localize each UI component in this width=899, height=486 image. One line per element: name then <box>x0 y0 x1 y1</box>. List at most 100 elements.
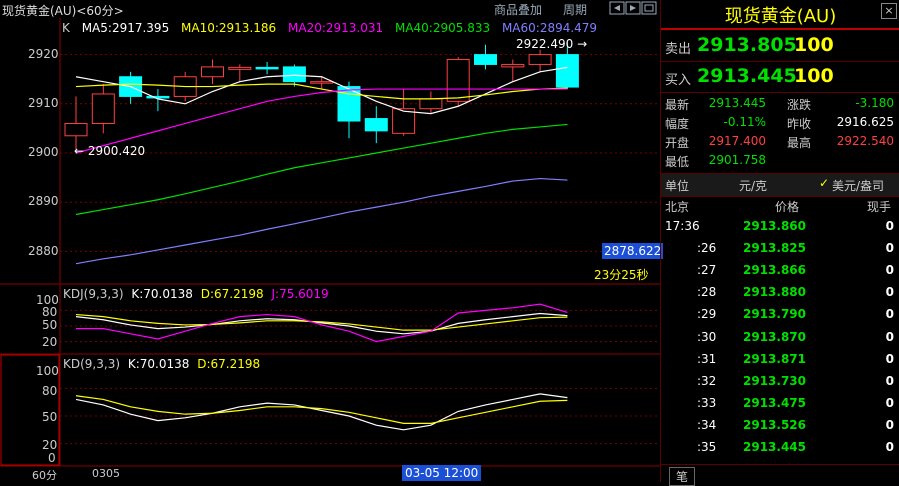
tick-time: :33 <box>697 395 717 410</box>
tick-row[interactable]: :29 2913.790 0 <box>661 304 899 326</box>
tick-vol: 0 <box>885 373 894 388</box>
x-cursor-label: 03-05 12:00 <box>402 465 482 481</box>
kdj-y-tick: 80 <box>42 305 58 319</box>
tick-row[interactable]: :27 2913.866 0 <box>661 260 899 282</box>
high-marker: 2922.490 → <box>516 37 588 51</box>
candle-body <box>91 93 115 124</box>
usd-checkbox[interactable]: ✓ <box>819 176 829 190</box>
kd-y-tick: 100 <box>36 364 59 378</box>
unit-value: 元/克 <box>739 179 768 193</box>
ma5-legend: MA5:2917.395 <box>81 21 170 35</box>
stat-label: 最低 <box>665 155 690 169</box>
tick-row[interactable]: :26 2913.825 0 <box>661 238 899 260</box>
tick-time: :27 <box>697 263 717 278</box>
candle-body <box>228 66 252 70</box>
candle-body <box>310 81 334 84</box>
candle-body <box>282 66 306 83</box>
tick-row[interactable]: 17:36 2913.860 0 <box>661 216 899 238</box>
tab-ticks[interactable]: 笔 <box>669 467 696 486</box>
tick-price: 2913.730 <box>743 373 807 388</box>
kd-legend: KD(9,3,3) K:70.0138 D:67.2198 <box>63 357 264 371</box>
candle-body <box>446 59 470 102</box>
kd-lines <box>75 393 568 431</box>
low-marker: ← 2900.420 <box>74 144 146 158</box>
buy-qty: 100 <box>794 65 834 87</box>
tick-row[interactable]: :33 2913.475 0 <box>661 393 899 415</box>
ma20-legend: MA20:2913.031 <box>288 21 384 35</box>
stats-block: 最新 2913.445 涨跌 -3.180 幅度 -0.11% 昨收 2916.625 开盘 29… <box>661 93 899 173</box>
stat-label: 幅度 <box>665 117 690 131</box>
kdj-k: K:70.0138 <box>131 287 193 301</box>
tick-price: 2913.870 <box>743 329 807 344</box>
ma-legend: K MA5:2917.395 MA10:2913.186 MA20:2913.0… <box>62 21 605 35</box>
ticks-time-header: 北京 <box>665 200 690 214</box>
price-tag: 2878.622 <box>602 243 664 259</box>
kd-y-tick: 50 <box>42 410 58 424</box>
window-icon <box>644 4 654 12</box>
tick-price: 2913.880 <box>743 285 807 300</box>
tick-price: 2913.825 <box>743 241 807 256</box>
buy-row[interactable]: 买入 2913.445 100 <box>661 62 899 93</box>
candle-body <box>364 118 388 132</box>
candle-body <box>201 66 224 78</box>
stat-value: 2917.400 <box>708 134 766 148</box>
buy-label: 买入 <box>665 73 692 88</box>
tick-time: :32 <box>697 373 717 388</box>
candle-body <box>146 95 170 99</box>
sell-row[interactable]: 卖出 2913.805 100 <box>661 31 899 62</box>
tick-vol: 0 <box>885 219 894 233</box>
y-tick: 2920 <box>28 47 59 61</box>
stat-label: 开盘 <box>665 136 690 150</box>
k-label: K <box>62 21 70 35</box>
close-icon[interactable]: × <box>881 3 897 19</box>
tick-row[interactable]: :31 2913.871 0 <box>661 349 899 371</box>
kdj-legend: KDJ(9,3,3) K:70.0138 D:67.2198 J:75.6019 <box>63 287 333 301</box>
kd-d: D:67.2198 <box>197 357 261 371</box>
tick-price: 2913.871 <box>743 351 807 366</box>
kdj-y-tick: 50 <box>42 318 58 332</box>
ma5-line <box>75 66 568 115</box>
tick-row[interactable]: :32 2913.730 0 <box>661 371 899 393</box>
quote-header: 现货黄金(AU) × <box>661 0 899 30</box>
buy-price: 2913.445 <box>697 65 797 87</box>
kdj-j: J:75.6019 <box>271 287 329 301</box>
y-tick: 2900 <box>28 145 59 159</box>
bar-countdown: 23分25秒 <box>594 268 649 282</box>
y-tick: 2890 <box>28 194 59 208</box>
ma10-legend: MA10:2913.186 <box>181 21 277 35</box>
tick-row[interactable]: :35 2913.445 0 <box>661 437 899 459</box>
chart-svg[interactable] <box>0 0 660 482</box>
stat-row: 开盘 2917.400 最高 2922.540 <box>661 131 899 152</box>
tick-vol: 0 <box>885 263 894 278</box>
kdj-lines <box>75 303 568 343</box>
ticks-header: 北京 价格 现手 <box>661 196 899 216</box>
zoom-button[interactable] <box>641 1 657 15</box>
tick-vol: 0 <box>885 440 894 454</box>
ma40-legend: MA40:2905.833 <box>394 21 491 35</box>
chart-area[interactable]: 现货黄金(AU)<60分> 商品叠加 周期 K MA5:2917.395 MA1… <box>0 0 664 482</box>
ma20-line <box>75 88 568 154</box>
stat-value: 2916.625 <box>836 115 894 129</box>
unit-row: 单位 元/克 ✓ 美元/盎司 <box>661 173 899 197</box>
stat-value: 2913.445 <box>708 96 766 110</box>
kdj-d: D:67.2198 <box>200 287 264 301</box>
stat-row: 幅度 -0.11% 昨收 2916.625 <box>661 112 899 133</box>
tick-time: :34 <box>697 417 717 432</box>
tick-row[interactable]: :34 2913.526 0 <box>661 415 899 437</box>
tick-vol: 0 <box>885 351 894 366</box>
candle-body <box>528 54 552 65</box>
stat-value: -3.180 <box>855 96 894 110</box>
tick-row[interactable]: :30 2913.870 0 <box>661 327 899 349</box>
stat-label: 最高 <box>787 136 812 150</box>
tick-time: :29 <box>697 307 717 322</box>
usd-option[interactable]: 美元/盎司 <box>832 177 884 194</box>
ma60-legend: MA60:2894.479 <box>501 21 598 35</box>
candle-body <box>255 66 279 70</box>
candle-body <box>555 54 579 88</box>
bottom-tabs: 笔 <box>661 464 899 486</box>
tick-row[interactable]: :28 2913.880 0 <box>661 282 899 304</box>
stat-value: -0.11% <box>723 115 766 129</box>
nav-buttons <box>609 1 657 15</box>
kd-y-tick: 0 <box>48 451 56 465</box>
kd-y-tick: 80 <box>42 384 58 398</box>
